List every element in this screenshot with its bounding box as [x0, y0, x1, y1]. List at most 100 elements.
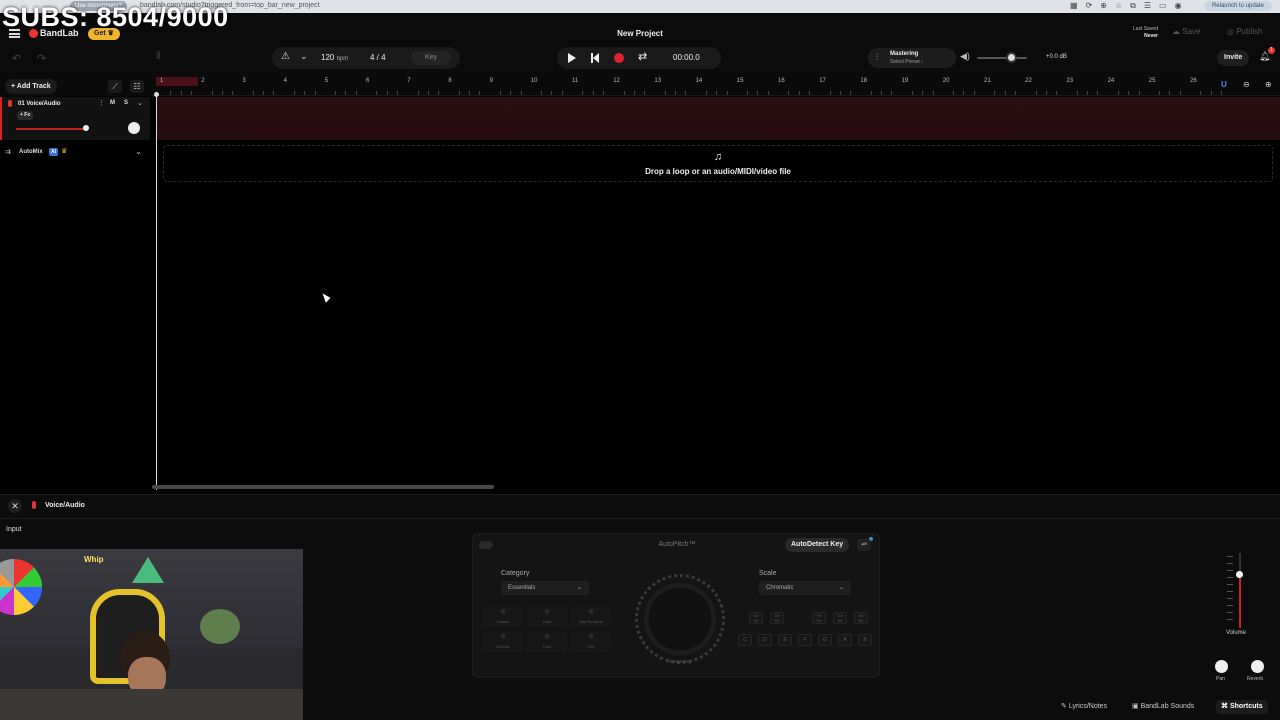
ruler-tick [469, 91, 470, 95]
key-button[interactable]: Key [411, 51, 451, 65]
ruler-bar-number: 26 [1190, 78, 1197, 84]
save-button[interactable]: ☁ Save [1172, 27, 1200, 36]
shortcuts-button[interactable]: ⌘ Shortcuts [1216, 700, 1268, 714]
ruler-tick [1097, 91, 1099, 95]
sidebar-icon[interactable]: ▭ [1159, 1, 1167, 11]
sharp-key-button[interactable]: F# Gb [812, 612, 826, 624]
record-icon[interactable] [614, 53, 624, 63]
scale-select[interactable]: Chromatic ⌄ [759, 581, 851, 595]
ruler-tick [1087, 91, 1088, 95]
ruler-tick [633, 91, 635, 95]
preset-robotic[interactable]: Robotic [483, 632, 523, 652]
timeline-ruler[interactable]: 1 2 3 4 5 6 7 8 9 10 11 12 13 14 15 16 17 18 19 20 21 22 23 24 2… [150, 77, 1280, 96]
track-settings-icon[interactable]: ☷ [130, 80, 144, 93]
natural-key-button[interactable]: A [838, 634, 852, 646]
horizontal-scrollbar[interactable] [152, 485, 494, 489]
preset-clip[interactable]: Clip [571, 632, 611, 652]
zoom-out-icon[interactable]: ⊖ [1243, 80, 1250, 89]
divider [0, 518, 1280, 519]
zoom-icon[interactable]: ⊕ [1100, 1, 1107, 11]
mute-button[interactable]: M [110, 100, 115, 106]
more-icon[interactable]: ⋮ [98, 99, 105, 107]
track-volume-fader-thumb[interactable] [1236, 571, 1243, 578]
star-icon[interactable]: ☆ [1115, 1, 1122, 11]
install-icon[interactable]: ▦ [1070, 1, 1078, 11]
chevron-down-icon[interactable]: ⌄ [135, 147, 142, 156]
tempo-display[interactable]: 120 bpm [321, 53, 348, 62]
time-signature[interactable]: 4 / 4 [370, 53, 386, 62]
time-display: 00:00.0 [673, 53, 700, 62]
play-icon[interactable] [568, 53, 576, 63]
mastering-title: Mastering [890, 51, 919, 57]
ruler-bar-number: 9 [489, 78, 493, 84]
automix-row[interactable]: ⇉ AutoMix AI ♛ ⌄ [0, 145, 150, 161]
ruler-tick [211, 91, 213, 95]
track-volume-thumb[interactable] [83, 125, 89, 131]
natural-key-button[interactable]: F [798, 634, 812, 646]
mixer-icon[interactable]: ⦀ [156, 51, 160, 62]
extensions-icon[interactable]: ⧉ [1130, 1, 1136, 11]
snap-magnet-icon[interactable]: U [1221, 80, 1227, 89]
reverb-knob[interactable] [1251, 660, 1264, 673]
sharp-key-button[interactable]: A# Bb [854, 612, 868, 624]
speaker-icon[interactable]: ◀) [960, 51, 970, 62]
chevron-down-icon[interactable]: ⌄ [300, 51, 308, 62]
track-pan-knob[interactable] [128, 122, 140, 134]
playhead[interactable] [156, 93, 157, 490]
undo-icon[interactable]: ↶ [12, 52, 21, 65]
master-volume-slider[interactable] [977, 57, 1027, 59]
preset-tune[interactable]: Tune [527, 632, 567, 652]
bandlab-sounds-button[interactable]: ▣ BandLab Sounds [1127, 700, 1199, 714]
ruler-tick [293, 91, 295, 95]
mastering-button[interactable]: ⫶ Mastering Select Preset › [868, 48, 956, 68]
master-volume-thumb[interactable] [1006, 52, 1017, 63]
natural-key-button[interactable]: B [858, 634, 872, 646]
zoom-in-icon[interactable]: ⊕ [1265, 80, 1272, 89]
ruler-tick [1210, 91, 1212, 95]
profile-icon[interactable]: ◉ [1175, 1, 1182, 11]
redo-icon[interactable]: ↷ [37, 52, 46, 65]
track-row[interactable]: 01 Voice/Audio ⋮ M S ⌄ + Fx [0, 97, 150, 140]
track-name[interactable]: 01 Voice/Audio [18, 101, 61, 107]
frequency-dial[interactable] [635, 574, 725, 664]
autodetect-key-button[interactable]: AutoDetect Key [785, 538, 850, 552]
ruler-tick [345, 91, 347, 95]
publish-button[interactable]: ◎ Publish [1227, 27, 1262, 36]
add-fx-button[interactable]: + Fx [17, 111, 34, 120]
drop-zone[interactable]: ♫ Drop a loop or an audio/MIDI/video fil… [163, 145, 1273, 182]
metronome-icon[interactable]: ⚠ [281, 51, 290, 62]
natural-key-button[interactable]: G [818, 634, 832, 646]
track-volume-slider[interactable] [16, 128, 86, 130]
sharp-key-button[interactable]: D# Eb [770, 612, 784, 624]
wand-icon[interactable]: ⟋ [108, 80, 122, 93]
natural-key-button[interactable]: D [758, 634, 772, 646]
preset-classic[interactable]: Classic [483, 607, 523, 627]
lyrics-notes-button[interactable]: ✎ Lyrics/Notes [1056, 700, 1112, 714]
chevron-down-icon[interactable]: ⌄ [137, 99, 143, 107]
share-icon[interactable]: ⟳ [1086, 1, 1093, 11]
relaunch-button[interactable]: Relaunch to update [1203, 1, 1272, 11]
invite-button[interactable]: Invite [1217, 50, 1250, 66]
category-select[interactable]: Essentials ⌄ [501, 581, 589, 595]
preset-big-harmony[interactable]: Big Harmony [571, 607, 611, 627]
close-icon[interactable]: ✕ [8, 499, 22, 513]
preset-duet[interactable]: Duet [527, 607, 567, 627]
reading-list-icon[interactable]: ☰ [1144, 1, 1151, 11]
loop-icon[interactable]: ⇄ [638, 50, 647, 63]
natural-key-button[interactable]: C [738, 634, 752, 646]
sharp-key-button[interactable]: G# Ab [833, 612, 847, 624]
track-lane[interactable] [157, 97, 1280, 140]
solo-button[interactable]: S [124, 100, 128, 106]
autopitch-settings-icon[interactable]: ⇌ [857, 539, 871, 551]
natural-key-button[interactable]: E [778, 634, 792, 646]
add-track-button[interactable]: + Add Track [5, 79, 57, 94]
skip-back-icon[interactable] [591, 53, 599, 63]
ruler-tick [458, 91, 460, 95]
sharp-key-button[interactable]: C# Db [749, 612, 763, 624]
pan-knob[interactable] [1215, 660, 1228, 673]
project-title[interactable]: New Project [600, 29, 680, 38]
shortcuts-label: Shortcuts [1229, 703, 1263, 710]
ruler-tick [870, 91, 872, 95]
ruler-tick [675, 91, 676, 95]
chevron-down-icon: ⌄ [576, 585, 582, 591]
